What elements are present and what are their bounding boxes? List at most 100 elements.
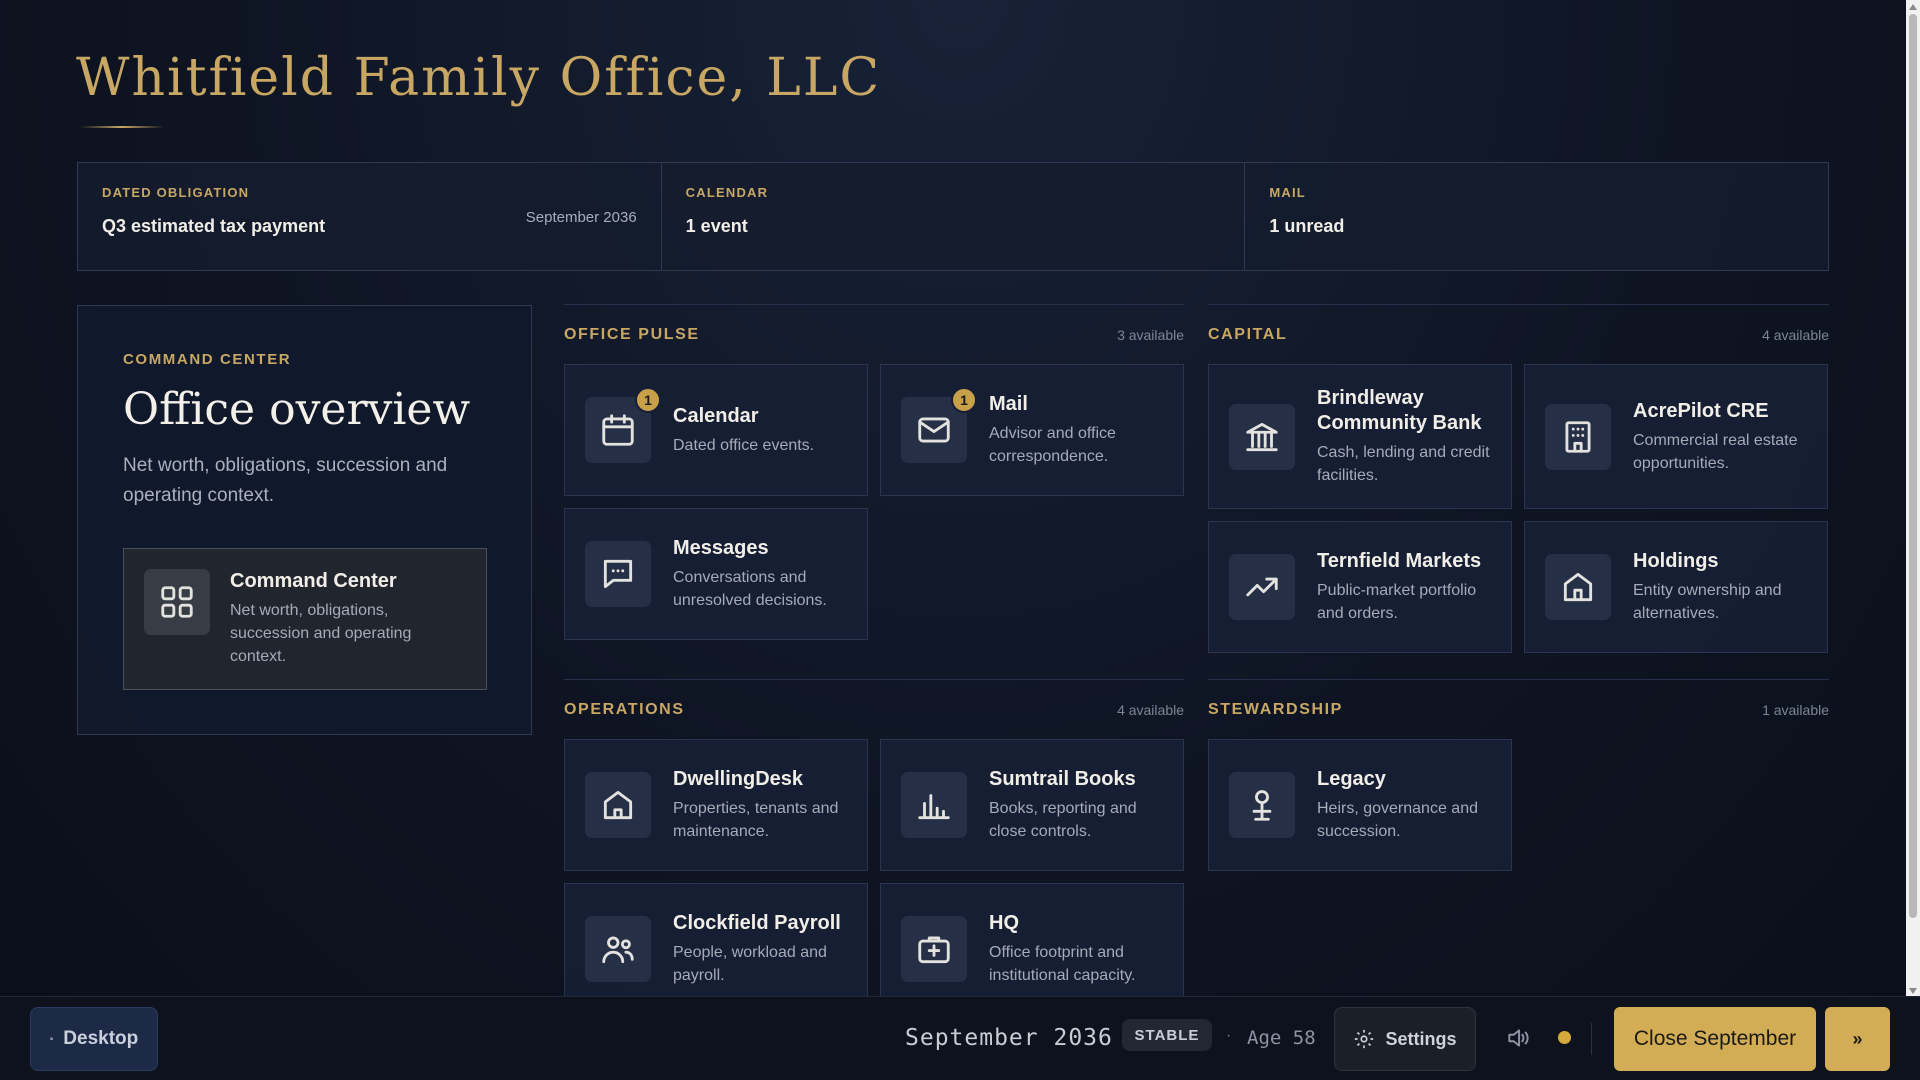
settings-button[interactable]: Settings bbox=[1334, 1007, 1476, 1071]
bar-chart-icon bbox=[901, 772, 967, 838]
close-month-button[interactable]: Close September bbox=[1614, 1007, 1816, 1071]
tile-description: Books, reporting and close controls. bbox=[989, 800, 1137, 840]
tile-calendar[interactable]: 1 Calendar Dated office events. bbox=[564, 364, 868, 496]
tile-description: Commercial real estate opportunities. bbox=[1633, 431, 1798, 472]
briefcase-plus-icon bbox=[901, 916, 967, 982]
stability-badge: STABLE bbox=[1122, 1019, 1212, 1051]
grid-icon bbox=[144, 569, 210, 635]
vertical-scrollbar[interactable] bbox=[1906, 0, 1920, 998]
people-icon bbox=[585, 916, 651, 982]
capital-count: 4 available bbox=[1762, 327, 1829, 343]
tile-mail[interactable]: 1 Mail Advisor and office correspondence… bbox=[880, 364, 1184, 496]
tile-name: Brindleway Community Bank bbox=[1317, 387, 1482, 434]
tile-name: Holdings bbox=[1633, 550, 1719, 572]
tile-name: HQ bbox=[989, 912, 1019, 934]
command-center-card-name: Command Center bbox=[230, 570, 397, 592]
separator-dot: · bbox=[1102, 1027, 1108, 1044]
house-icon bbox=[1545, 554, 1611, 620]
operations-title: OPERATIONS bbox=[564, 701, 685, 718]
title-underline bbox=[80, 126, 164, 128]
section-divider bbox=[564, 304, 1184, 305]
tile-name: AcrePilot CRE bbox=[1633, 399, 1769, 422]
scroll-up-arrow-icon[interactable] bbox=[1909, 4, 1917, 10]
grip-icon: ▪ bbox=[49, 1033, 54, 1045]
tile-holdings[interactable]: Holdings Entity ownership and alternativ… bbox=[1524, 521, 1828, 653]
command-center-panel: COMMAND CENTER Office overview Net worth… bbox=[77, 305, 532, 735]
operations-count: 4 available bbox=[1117, 702, 1184, 718]
home-icon bbox=[585, 772, 651, 838]
tile-name: Mail bbox=[989, 393, 1028, 415]
mail-label: MAIL bbox=[1269, 185, 1306, 200]
tile-name: Calendar bbox=[673, 404, 759, 427]
tile-name: Ternfield Markets bbox=[1317, 550, 1482, 572]
tile-description: Heirs, governance and succession. bbox=[1317, 800, 1478, 840]
calendar-value: 1 event bbox=[685, 216, 748, 236]
chat-icon bbox=[585, 541, 651, 607]
command-center-eyebrow: COMMAND CENTER bbox=[123, 351, 292, 368]
command-center-card-description: Net worth, obligations, succession and o… bbox=[230, 602, 412, 665]
section-divider bbox=[1208, 304, 1829, 305]
tile-description: Entity ownership and alternatives. bbox=[1633, 582, 1782, 622]
divider bbox=[1591, 1023, 1592, 1055]
calendar-icon: 1 bbox=[585, 387, 661, 463]
tile-acrepilot-cre[interactable]: AcrePilot CRE Commercial real estate opp… bbox=[1524, 364, 1828, 509]
tile-description: People, workload and payroll. bbox=[673, 944, 827, 984]
desktop-button[interactable]: ▪ Desktop bbox=[30, 1007, 158, 1071]
scroll-down-arrow-icon[interactable] bbox=[1909, 988, 1917, 994]
advance-button[interactable]: » bbox=[1825, 1007, 1890, 1071]
tile-name: DwellingDesk bbox=[673, 768, 804, 790]
status-date: September 2036 bbox=[905, 1025, 1113, 1051]
settings-label: Settings bbox=[1385, 1028, 1457, 1049]
obligation-date: September 2036 bbox=[525, 209, 637, 226]
calendar-badge: 1 bbox=[635, 387, 661, 413]
tile-description: Office footprint and institutional capac… bbox=[989, 944, 1136, 984]
scroll-thumb[interactable] bbox=[1909, 14, 1917, 918]
tile-name: Messages bbox=[673, 537, 769, 559]
capital-title: CAPITAL bbox=[1208, 326, 1288, 343]
speaker-icon[interactable] bbox=[1505, 1025, 1531, 1051]
building-icon bbox=[1545, 403, 1611, 470]
tile-ternfield-markets[interactable]: Ternfield Markets Public-market portfoli… bbox=[1208, 521, 1512, 653]
tile-description: Public-market portfolio and orders. bbox=[1317, 582, 1477, 622]
tile-dwellingdesk[interactable]: DwellingDesk Properties, tenants and mai… bbox=[564, 739, 868, 871]
tile-description: Advisor and office correspondence. bbox=[989, 425, 1116, 465]
tile-brindleway-bank[interactable]: Brindleway Community Bank Cash, lending … bbox=[1208, 364, 1512, 509]
tile-name: Sumtrail Books bbox=[989, 768, 1136, 790]
tile-name: Legacy bbox=[1317, 768, 1386, 790]
obligation-label: DATED OBLIGATION bbox=[102, 185, 250, 200]
office-pulse-count: 3 available bbox=[1117, 327, 1184, 343]
calendar-cell[interactable]: CALENDAR 1 event bbox=[662, 163, 1246, 270]
person-pin-icon bbox=[1229, 772, 1295, 838]
tile-description: Conversations and unresolved decisions. bbox=[673, 569, 827, 609]
separator-dot: · bbox=[1226, 1027, 1232, 1044]
tile-description: Properties, tenants and maintenance. bbox=[673, 800, 839, 840]
gear-icon bbox=[1355, 1029, 1374, 1049]
command-center-card[interactable]: Command Center Net worth, obligations, s… bbox=[123, 548, 487, 690]
tile-messages[interactable]: Messages Conversations and unresolved de… bbox=[564, 508, 868, 640]
command-center-title: Office overview bbox=[123, 384, 471, 435]
age-readout: Age 58 bbox=[1247, 1027, 1316, 1049]
page-title: Whitfield Family Office, LLC bbox=[76, 48, 882, 108]
obligation-cell[interactable]: DATED OBLIGATION Q3 estimated tax paymen… bbox=[78, 163, 662, 270]
office-pulse-title: OFFICE PULSE bbox=[564, 326, 700, 343]
mail-icon: 1 bbox=[901, 387, 977, 463]
calendar-label: CALENDAR bbox=[685, 185, 769, 200]
mail-badge: 1 bbox=[951, 387, 977, 413]
tile-legacy[interactable]: Legacy Heirs, governance and succession. bbox=[1208, 739, 1512, 871]
section-divider bbox=[1208, 679, 1829, 680]
tile-description: Dated office events. bbox=[673, 436, 815, 454]
section-divider bbox=[564, 679, 1184, 680]
status-indicator-dot bbox=[1558, 1031, 1571, 1044]
desktop-label: Desktop bbox=[63, 1028, 139, 1049]
bank-icon bbox=[1229, 403, 1295, 470]
trend-up-icon bbox=[1229, 554, 1295, 620]
bottom-bar: ▪ Desktop September 2036 · STABLE · Age … bbox=[0, 996, 1920, 1080]
mail-cell[interactable]: MAIL 1 unread bbox=[1245, 163, 1828, 270]
tile-name: Clockfield Payroll bbox=[673, 912, 841, 934]
command-center-description: Net worth, obligations, succession and o… bbox=[123, 455, 448, 506]
stewardship-title: STEWARDSHIP bbox=[1208, 701, 1343, 718]
status-strip: DATED OBLIGATION Q3 estimated tax paymen… bbox=[77, 162, 1829, 271]
mail-value: 1 unread bbox=[1269, 216, 1345, 236]
stewardship-count: 1 available bbox=[1762, 702, 1829, 718]
tile-sumtrail-books[interactable]: Sumtrail Books Books, reporting and clos… bbox=[880, 739, 1184, 871]
